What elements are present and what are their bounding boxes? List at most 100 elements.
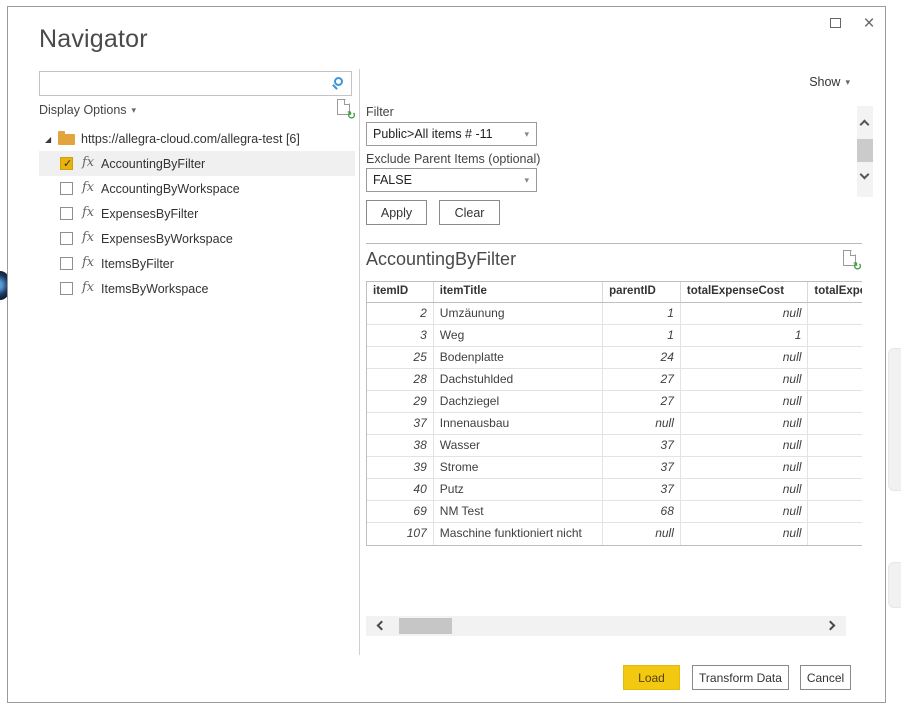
table-cell: null xyxy=(681,523,809,545)
table-cell: 2 xyxy=(367,303,434,324)
search-box xyxy=(39,71,352,96)
table-cell: 28 xyxy=(367,369,434,390)
collapse-expander-icon[interactable]: ◢ xyxy=(45,135,51,144)
exclude-parent-label: Exclude Parent Items (optional) xyxy=(366,152,540,166)
filter-value: Public>All items # -11 xyxy=(373,127,493,141)
cancel-button[interactable]: Cancel xyxy=(800,665,851,690)
close-button[interactable]: × xyxy=(857,12,881,34)
table-cell: 29 xyxy=(367,391,434,412)
tree-item[interactable]: fx AccountingByWorkspace xyxy=(39,176,355,201)
table-cell: Umzäunung xyxy=(434,303,603,324)
scroll-left-icon[interactable] xyxy=(377,621,387,631)
transform-data-button[interactable]: Transform Data xyxy=(692,665,789,690)
table-cell xyxy=(808,479,862,500)
maximize-button[interactable] xyxy=(823,12,847,34)
item-checkbox[interactable] xyxy=(60,182,73,195)
tree-item-label: AccountingByFilter xyxy=(101,157,205,171)
table-row: 38Wasser37null xyxy=(367,435,862,457)
background-panel-fragment xyxy=(888,562,901,608)
column-header[interactable]: parentID xyxy=(603,282,681,302)
table-cell: Strome xyxy=(434,457,603,478)
filter-select[interactable]: Public>All items # -11 ▾ xyxy=(366,122,537,146)
table-cell: 24 xyxy=(603,347,681,368)
screen: × Navigator Display Options▾ ↻ ◢ https:/… xyxy=(0,0,901,719)
table-cell: Wasser xyxy=(434,435,603,456)
table-row: 3Weg11 xyxy=(367,325,862,347)
tree-item[interactable]: fx ExpensesByWorkspace xyxy=(39,226,355,251)
table-row: 2Umzäunung1null xyxy=(367,303,862,325)
tree-item[interactable]: fx ExpensesByFilter xyxy=(39,201,355,226)
apply-button[interactable]: Apply xyxy=(366,200,427,225)
display-options-dropdown[interactable]: Display Options▾ xyxy=(39,103,136,117)
exclude-parent-select[interactable]: FALSE ▾ xyxy=(366,168,537,192)
tree-items: fx AccountingByFilter fx AccountingByWor… xyxy=(39,151,355,301)
refresh-source-button[interactable]: ↻ xyxy=(335,99,355,119)
panel-divider xyxy=(359,69,360,655)
table-row: 107Maschine funktioniert nichtnullnull xyxy=(367,523,862,545)
item-checkbox[interactable] xyxy=(60,207,73,220)
table-row: 25Bodenplatte24null xyxy=(367,347,862,369)
clear-button[interactable]: Clear xyxy=(439,200,500,225)
table-cell: null xyxy=(603,413,681,434)
table-cell: 68 xyxy=(603,501,681,522)
item-checkbox[interactable] xyxy=(60,232,73,245)
refresh-icon: ↻ xyxy=(347,111,356,122)
search-icon[interactable] xyxy=(334,77,343,86)
filter-label: Filter xyxy=(366,105,394,119)
table-row: 29Dachziegel27null xyxy=(367,391,862,413)
vertical-scrollbar[interactable] xyxy=(857,106,873,197)
scroll-down-icon[interactable] xyxy=(860,170,870,180)
close-icon: × xyxy=(863,14,874,33)
table-cell xyxy=(808,523,862,545)
column-header[interactable]: totalExpenseCost xyxy=(681,282,809,302)
tree-item[interactable]: fx ItemsByWorkspace xyxy=(39,276,355,301)
item-checkbox[interactable] xyxy=(60,282,73,295)
table-cell: null xyxy=(681,413,809,434)
table-cell: 39 xyxy=(367,457,434,478)
preview-header-row: itemIDitemTitleparentIDtotalExpenseCostt… xyxy=(367,282,862,303)
show-dropdown[interactable]: Show▾ xyxy=(788,75,850,89)
function-icon: fx xyxy=(82,230,94,245)
function-icon: fx xyxy=(82,280,94,295)
tree-item-label: ExpensesByWorkspace xyxy=(101,232,233,246)
table-cell: NM Test xyxy=(434,501,603,522)
scroll-up-icon[interactable] xyxy=(860,120,870,130)
table-cell: 38 xyxy=(367,435,434,456)
table-row: 69NM Test68null xyxy=(367,501,862,523)
table-cell xyxy=(808,435,862,456)
table-row: 39Strome37null xyxy=(367,457,862,479)
function-icon: fx xyxy=(82,180,94,195)
preview-table-body: 2Umzäunung1null3Weg1125Bodenplatte24null… xyxy=(367,303,862,545)
tree-item[interactable]: fx AccountingByFilter xyxy=(39,151,355,176)
preview-table: itemIDitemTitleparentIDtotalExpenseCostt… xyxy=(366,281,862,546)
tree-root-row[interactable]: ◢ https://allegra-cloud.com/allegra-test… xyxy=(39,127,355,151)
table-cell: null xyxy=(681,501,809,522)
scroll-right-icon[interactable] xyxy=(826,621,836,631)
table-cell: Innenausbau xyxy=(434,413,603,434)
column-header[interactable]: itemID xyxy=(367,282,434,302)
exclude-parent-value: FALSE xyxy=(373,173,412,187)
chevron-down-icon: ▾ xyxy=(845,77,850,88)
navigator-dialog: × Navigator Display Options▾ ↻ ◢ https:/… xyxy=(7,6,886,703)
table-cell: Dachstuhlded xyxy=(434,369,603,390)
function-icon: fx xyxy=(82,205,94,220)
page-title: Navigator xyxy=(39,25,148,54)
table-cell: null xyxy=(603,523,681,545)
table-cell xyxy=(808,303,862,324)
item-checkbox[interactable] xyxy=(60,157,73,170)
column-header[interactable]: totalExpe xyxy=(808,282,862,302)
table-cell xyxy=(808,457,862,478)
table-cell: 1 xyxy=(603,325,681,346)
vertical-scroll-thumb[interactable] xyxy=(857,139,873,162)
table-cell: null xyxy=(681,435,809,456)
search-input[interactable] xyxy=(44,73,324,94)
horizontal-scroll-thumb[interactable] xyxy=(399,618,452,634)
column-header[interactable]: itemTitle xyxy=(434,282,603,302)
item-checkbox[interactable] xyxy=(60,257,73,270)
tree-item[interactable]: fx ItemsByFilter xyxy=(39,251,355,276)
load-button[interactable]: Load xyxy=(623,665,680,690)
table-row: 37Innenausbaunullnull xyxy=(367,413,862,435)
refresh-preview-button[interactable]: ↻ xyxy=(841,250,861,270)
horizontal-scrollbar[interactable] xyxy=(366,616,846,636)
table-cell xyxy=(808,325,862,346)
